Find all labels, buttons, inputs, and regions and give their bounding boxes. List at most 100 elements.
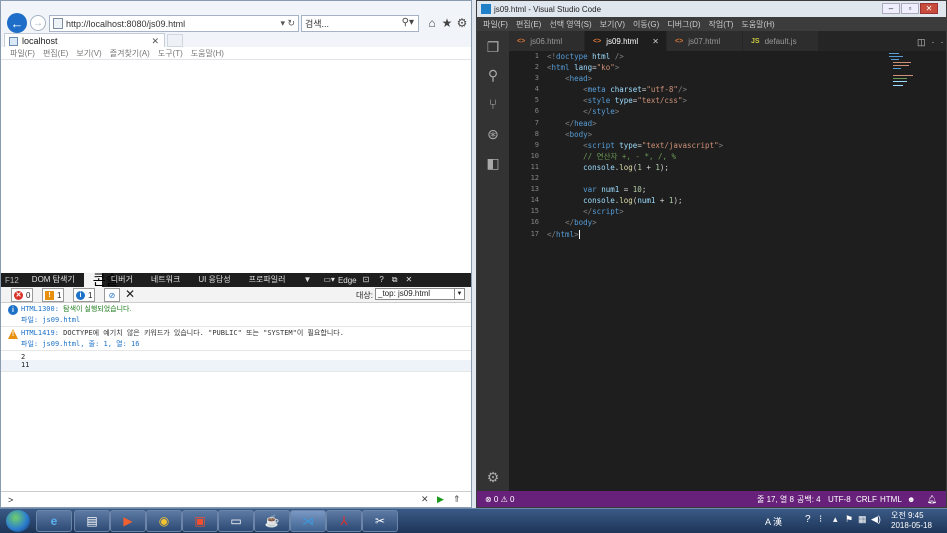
volume-icon[interactable]: ◀) [871, 514, 881, 525]
flag-icon[interactable]: ⚑ [845, 514, 853, 525]
acrobat-icon[interactable]: ⅄ [326, 510, 362, 532]
help-icon[interactable]: ? [375, 273, 387, 287]
menu-help[interactable]: 도움말(H) [191, 48, 224, 59]
chrome-icon[interactable]: ◉ [146, 510, 182, 532]
more-tabs-icon[interactable]: ▼ [294, 273, 320, 287]
menu-edit[interactable]: 편집(E) [516, 19, 541, 30]
menu-selection[interactable]: 선택 영역(S) [549, 19, 591, 30]
explorer-icon[interactable]: ❐ [485, 39, 501, 55]
ie-taskbar-icon[interactable]: e [36, 510, 72, 532]
encoding[interactable]: UTF-8 [828, 495, 851, 504]
tab-js07[interactable]: <> js07.html [667, 31, 743, 51]
tab-default-js[interactable]: JS default.js [743, 31, 819, 51]
file-explorer-icon[interactable]: ▤ [74, 510, 110, 532]
clear-console-icon[interactable]: ✕ [125, 287, 135, 302]
info-filter[interactable]: i 1 [73, 288, 96, 302]
tab-js09[interactable]: <> js09.html ✕ [585, 31, 667, 51]
home-icon[interactable]: ⌂ [425, 15, 439, 31]
menu-favorites[interactable]: 즐겨찾기(A) [110, 48, 150, 59]
maximize-icon[interactable]: ▫ [901, 3, 919, 14]
media-player-icon[interactable]: ▶ [110, 510, 146, 532]
tab-ui-responsiveness[interactable]: UI 응답성 [189, 273, 239, 287]
message-source[interactable]: 파일: js09.html, 줄: 1, 열: 16 [21, 339, 471, 350]
snipping-tool-icon[interactable]: ✂ [362, 510, 398, 532]
menu-view[interactable]: 보기(V) [600, 19, 625, 30]
language-mode[interactable]: HTML [880, 495, 902, 504]
tab-profiler[interactable]: 프로파일러 [240, 273, 295, 287]
forward-arrow-icon[interactable]: → [30, 15, 46, 31]
menu-tools[interactable]: 도구(T) [158, 48, 183, 59]
close-tab-icon[interactable]: ✕ [151, 36, 159, 47]
line-ending[interactable]: CRLF [856, 495, 877, 504]
feedback-smiley-icon[interactable]: ☻ [907, 495, 915, 504]
notifications-bell-icon[interactable]: 🔔︎ [927, 495, 937, 504]
ime-indicator[interactable]: A 漢 [765, 515, 782, 528]
menu-edit[interactable]: 편집(E) [43, 48, 68, 59]
menu-debug[interactable]: 디버그(D) [667, 19, 700, 30]
settings-icon[interactable]: ⁝ [819, 514, 822, 525]
clock-time[interactable]: 오전 9:45 [891, 510, 924, 521]
cursor-position[interactable]: 줄 17, 열 8 [757, 494, 794, 505]
console-toggle-icon[interactable]: ⊡ [357, 273, 376, 287]
address-bar[interactable]: http://localhost:8080/js09.html ▾ ↻ [49, 15, 299, 32]
minimap[interactable] [887, 51, 917, 91]
window-title: js09.html - Visual Studio Code [494, 4, 602, 14]
favorites-star-icon[interactable]: ★ [440, 15, 454, 31]
search-icon[interactable]: ⚲ [485, 67, 501, 83]
new-tab-button[interactable] [167, 34, 183, 47]
search-placeholder: 검색... [305, 19, 330, 29]
emulation-icon[interactable]: ▭▾ [320, 273, 338, 287]
search-icon[interactable]: ⚲▾ [402, 17, 414, 28]
close-devtools-icon[interactable]: ✕ [402, 273, 417, 287]
error-filter[interactable]: ✕ 0 [11, 288, 34, 302]
close-icon[interactable]: ✕ [421, 494, 429, 505]
clear-on-navigate-icon[interactable]: ⊘ [104, 288, 120, 302]
problems-indicator[interactable]: ⊗ 0 ⚠ 0 [485, 495, 514, 504]
undock-icon[interactable]: ⧉ [388, 273, 402, 287]
network-icon[interactable]: ▦ [858, 514, 867, 525]
target-select[interactable]: _top: js09.html ▼ [375, 288, 465, 300]
indentation[interactable]: 공백: 4 [797, 494, 821, 505]
warning-filter[interactable]: ! 1 [42, 288, 65, 302]
app-icon[interactable]: ▣ [182, 510, 218, 532]
source-control-icon[interactable]: ⑂ [485, 96, 501, 112]
vscode-taskbar-icon[interactable]: ⋊ [290, 510, 326, 532]
clock-date[interactable]: 2018-05-18 [891, 521, 932, 530]
expand-icon[interactable]: ⇑ [453, 494, 461, 505]
back-arrow-icon[interactable]: ← [7, 13, 27, 33]
tab-dom-explorer[interactable]: DOM 탐색기 [23, 273, 84, 287]
address-controls[interactable]: ▾ ↻ [280, 18, 295, 29]
extensions-icon[interactable]: ◧ [485, 155, 501, 171]
tab-console[interactable]: 콘솔 [83, 273, 119, 287]
menu-view[interactable]: 보기(V) [76, 48, 101, 59]
more-actions-icon[interactable]: ··· [932, 37, 946, 47]
tab-js06[interactable]: <> js06.html [509, 31, 585, 51]
menu-tasks[interactable]: 작업(T) [709, 19, 734, 30]
tab-network[interactable]: 네트워크 [142, 273, 189, 287]
show-hidden-icon[interactable]: ▴ [833, 514, 838, 525]
menu-file[interactable]: 파일(F) [483, 19, 508, 30]
search-box[interactable]: 검색... ⚲▾ [301, 15, 419, 32]
tab-debugger[interactable]: 디버거 [102, 273, 142, 287]
settings-gear-icon[interactable]: ⚙ [485, 469, 501, 485]
code-editor[interactable]: <!doctype html /> <html lang="ko"> <head… [547, 51, 867, 240]
menu-go[interactable]: 이동(G) [633, 19, 659, 30]
command-prompt-icon[interactable]: ▭ [218, 510, 254, 532]
java-icon[interactable]: ☕ [254, 510, 290, 532]
menu-help[interactable]: 도움말(H) [741, 19, 774, 30]
console-input[interactable]: > ✕ ▶ ⇑ [1, 491, 471, 507]
ie-tab[interactable]: localhost ✕ [4, 33, 165, 48]
debug-icon[interactable]: ⊛ [485, 126, 501, 142]
minimize-icon[interactable]: – [882, 3, 900, 14]
run-icon[interactable]: ▶ [437, 494, 444, 505]
close-window-icon[interactable]: ✕ [920, 3, 938, 14]
split-editor-icon[interactable]: ◫ [917, 37, 932, 47]
menu-file[interactable]: 파일(F) [10, 48, 35, 59]
gear-icon[interactable]: ⚙ [455, 15, 469, 31]
help-icon[interactable]: ? [805, 514, 811, 525]
emulation-mode[interactable]: Edge [338, 276, 357, 285]
start-button[interactable] [6, 510, 30, 532]
close-tab-icon[interactable]: ✕ [652, 37, 659, 46]
message-source[interactable]: 파일: js09.html [21, 315, 471, 326]
line-number: 10 [530, 151, 539, 160]
